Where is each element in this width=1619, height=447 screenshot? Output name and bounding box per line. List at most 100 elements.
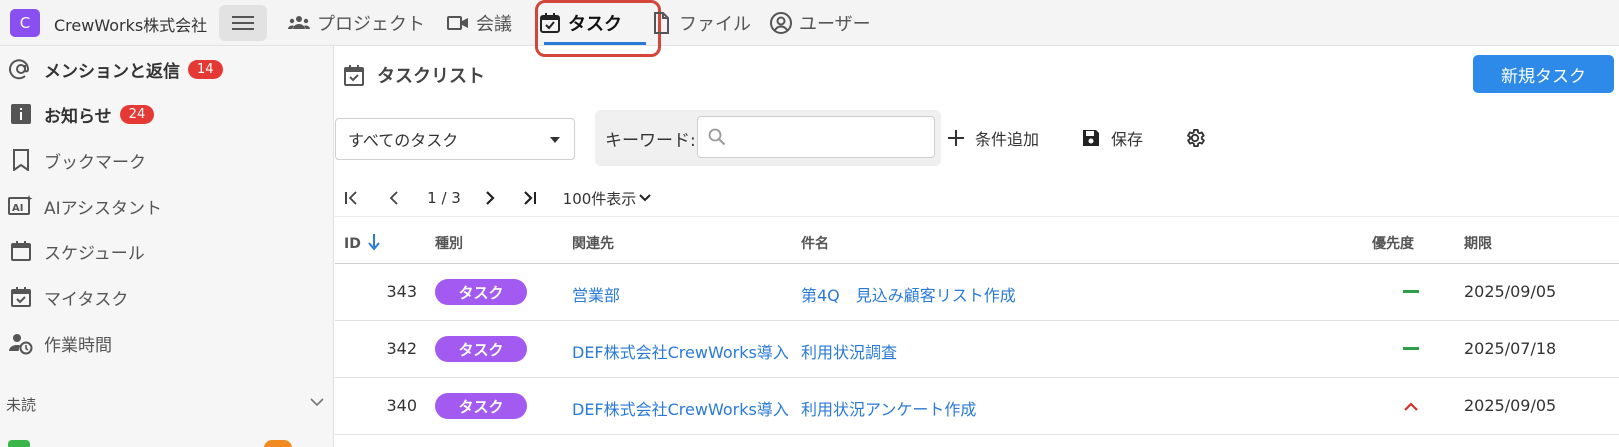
channel-avatar xyxy=(8,440,30,447)
column-header-id[interactable]: ID xyxy=(344,233,380,252)
task-subject-link[interactable]: 第4Q 見込み顧客リスト作成 xyxy=(801,282,1016,306)
save-label: 保存 xyxy=(1111,130,1144,149)
file-icon xyxy=(654,12,669,34)
top-navigation-bar: C CrewWorks株式会社 プロジェクト 会議 タスク ファイル ユーザー xyxy=(0,0,1619,57)
task-id: 342 xyxy=(386,339,417,358)
unread-section-header[interactable]: 未読 xyxy=(6,394,36,415)
video-icon xyxy=(447,16,468,30)
hamburger-menu-button[interactable] xyxy=(219,5,267,41)
org-logo[interactable]: C xyxy=(10,9,40,37)
next-page-icon[interactable] xyxy=(479,184,501,212)
nav-item-projects[interactable]: プロジェクト xyxy=(287,0,425,46)
task-type-badge: タスク xyxy=(435,336,527,362)
per-page-label: 100件表示 xyxy=(562,189,637,208)
column-header-subject[interactable]: 件名 xyxy=(801,233,829,253)
column-header-due[interactable]: 期限 xyxy=(1464,233,1492,253)
sidebar-item-label: マイタスク xyxy=(44,289,129,310)
chevron-down-icon[interactable] xyxy=(310,398,324,407)
page-title: タスクリスト xyxy=(343,62,485,88)
sidebar-item-ai-assistant[interactable]: AI AIアシスタント xyxy=(8,191,162,221)
column-header-priority[interactable]: 優先度 xyxy=(1372,233,1414,253)
task-related-link[interactable]: DEF株式会社CrewWorks導入 xyxy=(572,396,789,420)
task-subject-link[interactable]: 利用状況アンケート作成 xyxy=(801,396,976,420)
sort-down-icon xyxy=(367,234,380,251)
sidebar: メンションと返信 14 お知らせ 24 ブックマーク AI AIアシスタント ス… xyxy=(0,46,334,447)
task-id: 340 xyxy=(386,396,417,415)
sidebar-item-schedule[interactable]: スケジュール xyxy=(8,236,145,266)
sidebar-item-label: ブックマーク xyxy=(44,152,146,173)
info-icon xyxy=(8,101,34,127)
sidebar-item-label: AIアシスタント xyxy=(44,198,162,219)
priority-normal-icon xyxy=(1399,282,1423,302)
task-id: 343 xyxy=(386,282,417,301)
column-header-type[interactable]: 種別 xyxy=(435,233,463,253)
bookmark-icon xyxy=(8,147,34,173)
task-type-badge: タスク xyxy=(435,393,527,419)
sidebar-item-label: 作業時間 xyxy=(44,335,112,356)
group-icon xyxy=(288,16,310,29)
last-page-icon[interactable] xyxy=(519,184,541,212)
svg-text:AI: AI xyxy=(12,203,23,214)
nav-item-users[interactable]: ユーザー xyxy=(769,0,871,46)
task-due-date: 2025/09/05 xyxy=(1464,396,1557,415)
priority-normal-icon xyxy=(1399,339,1423,359)
sidebar-item-work-time[interactable]: 作業時間 xyxy=(8,328,112,358)
task-filter-selected: すべてのタスク xyxy=(348,131,459,150)
task-filter-select[interactable]: すべてのタスク xyxy=(335,118,575,160)
task-related-link[interactable]: 営業部 xyxy=(572,282,620,306)
per-page-select[interactable]: 100件表示 xyxy=(559,184,655,212)
calendar-check-icon xyxy=(8,284,34,310)
nav-item-meetings[interactable]: 会議 xyxy=(446,0,512,46)
user-clock-icon xyxy=(8,330,34,356)
table-row[interactable]: 343 タスク 営業部 第4Q 見込み顧客リスト作成 2025/09/05 xyxy=(335,264,1619,321)
mentions-count-badge: 14 xyxy=(188,59,223,79)
save-button[interactable]: 保存 xyxy=(1081,122,1143,154)
first-page-icon[interactable] xyxy=(341,184,363,212)
task-subject-link[interactable]: 利用状況調査 xyxy=(801,339,897,363)
nav-item-label: ファイル xyxy=(679,14,751,35)
sidebar-item-notices[interactable]: お知らせ 24 xyxy=(8,99,155,129)
page-indicator: 1 / 3 xyxy=(427,189,461,207)
calendar-check-icon xyxy=(344,65,364,86)
nav-item-label: プロジェクト xyxy=(317,14,425,35)
sidebar-item-label: メンションと返信 xyxy=(44,61,180,82)
task-type-badge: タスク xyxy=(435,279,527,305)
unread-count-badge xyxy=(264,440,292,447)
plus-icon xyxy=(948,130,964,146)
gear-icon xyxy=(1187,129,1205,147)
calendar-icon xyxy=(8,238,34,264)
column-header-id-label: ID xyxy=(344,236,361,252)
user-circle-icon xyxy=(770,12,792,34)
table-header: ID 種別 関連先 件名 優先度 期限 xyxy=(335,216,1619,264)
task-due-date: 2025/09/05 xyxy=(1464,282,1557,301)
save-icon xyxy=(1083,130,1099,146)
table-row[interactable]: 340 タスク DEF株式会社CrewWorks導入 利用状況アンケート作成 2… xyxy=(335,378,1619,435)
sidebar-item-label: お知らせ xyxy=(44,106,112,127)
table-row[interactable]: 342 タスク DEF株式会社CrewWorks導入 利用状況調査 2025/0… xyxy=(335,321,1619,378)
keyword-input[interactable] xyxy=(697,116,935,158)
settings-button[interactable] xyxy=(1184,122,1206,154)
search-icon xyxy=(708,128,726,146)
sidebar-item-my-tasks[interactable]: マイタスク xyxy=(8,282,128,312)
org-name[interactable]: CrewWorks株式会社 xyxy=(54,12,207,36)
notices-count-badge: 24 xyxy=(119,104,155,124)
sidebar-item-bookmarks[interactable]: ブックマーク xyxy=(8,145,146,175)
add-condition-button[interactable]: 条件追加 xyxy=(947,122,1039,154)
ai-icon: AI xyxy=(8,193,34,219)
nav-item-files[interactable]: ファイル xyxy=(649,0,751,46)
add-condition-label: 条件追加 xyxy=(975,130,1040,149)
new-task-button[interactable]: 新規タスク xyxy=(1473,55,1614,93)
column-header-related[interactable]: 関連先 xyxy=(572,233,614,253)
nav-item-label: ユーザー xyxy=(799,14,871,35)
hamburger-icon xyxy=(232,16,254,30)
sidebar-item-label: スケジュール xyxy=(44,243,145,264)
prev-page-icon[interactable] xyxy=(383,184,405,212)
sidebar-item-mentions[interactable]: メンションと返信 14 xyxy=(8,54,223,84)
at-icon xyxy=(8,56,34,82)
page-title-text: タスクリスト xyxy=(377,66,485,87)
keyword-filter-panel: キーワード: xyxy=(595,110,941,166)
caret-down-icon xyxy=(550,137,560,143)
priority-high-icon xyxy=(1399,396,1423,416)
keyword-label: キーワード: xyxy=(605,131,696,151)
task-related-link[interactable]: DEF株式会社CrewWorks導入 xyxy=(572,339,789,363)
